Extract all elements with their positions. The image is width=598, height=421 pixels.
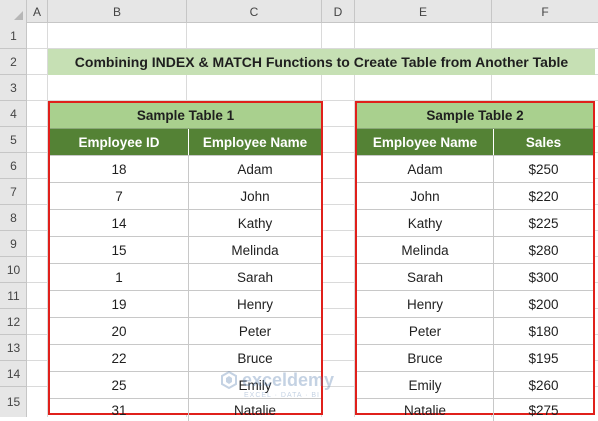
table-cell[interactable]: $275 <box>494 399 593 421</box>
table-row: Henry $200 <box>357 290 593 317</box>
table-cell[interactable]: Kathy <box>357 210 494 236</box>
watermark-name: exceldemy <box>242 370 335 390</box>
table-cell[interactable]: Peter <box>189 318 321 344</box>
table-2-header-row: Employee Name Sales <box>357 129 593 155</box>
table-cell[interactable]: Henry <box>357 291 494 317</box>
table-row: 7 John <box>50 182 321 209</box>
watermark-tagline: EXCEL · DATA · BI <box>244 392 320 399</box>
table-row: Bruce $195 <box>357 344 593 371</box>
table-row: 1 Sarah <box>50 263 321 290</box>
column-header-f[interactable]: F <box>492 0 598 23</box>
exceldemy-logo-icon <box>221 371 237 389</box>
table-cell[interactable]: 7 <box>50 183 189 209</box>
table-2-header-employee-name[interactable]: Employee Name <box>357 129 494 155</box>
table-cell[interactable]: $220 <box>494 183 593 209</box>
table-cell[interactable]: $260 <box>494 372 593 398</box>
table-1-header-employee-name[interactable]: Employee Name <box>189 129 321 155</box>
column-header-b[interactable]: B <box>48 0 187 23</box>
table-cell[interactable]: 14 <box>50 210 189 236</box>
table-row: Melinda $280 <box>357 236 593 263</box>
table-cell[interactable]: Adam <box>357 156 494 182</box>
select-all-corner[interactable] <box>0 0 27 23</box>
table-row: Sarah $300 <box>357 263 593 290</box>
table-row: John $220 <box>357 182 593 209</box>
column-header-e[interactable]: E <box>355 0 492 23</box>
row-header-7[interactable]: 7 <box>0 179 27 205</box>
table-row: Kathy $225 <box>357 209 593 236</box>
row-header-10[interactable]: 10 <box>0 257 27 283</box>
table-cell[interactable]: $195 <box>494 345 593 371</box>
table-row: Natalie $275 <box>357 398 593 421</box>
table-cell[interactable]: 19 <box>50 291 189 317</box>
table-cell[interactable]: $225 <box>494 210 593 236</box>
table-cell[interactable]: Sarah <box>357 264 494 290</box>
table-cell[interactable]: Kathy <box>189 210 321 236</box>
table-row: 22 Bruce <box>50 344 321 371</box>
table-cell[interactable]: $250 <box>494 156 593 182</box>
table-1-header-row: Employee ID Employee Name <box>50 129 321 155</box>
table-cell[interactable]: $280 <box>494 237 593 263</box>
table-cell[interactable]: Sarah <box>189 264 321 290</box>
table-cell[interactable]: Adam <box>189 156 321 182</box>
column-header-d[interactable]: D <box>322 0 355 23</box>
row-header-2[interactable]: 2 <box>0 49 27 75</box>
row-header-12[interactable]: 12 <box>0 309 27 335</box>
row-header-14[interactable]: 14 <box>0 361 27 387</box>
table-cell[interactable]: Melinda <box>357 237 494 263</box>
row-header-5[interactable]: 5 <box>0 127 27 153</box>
table-cell[interactable]: $300 <box>494 264 593 290</box>
table-cell[interactable]: Peter <box>357 318 494 344</box>
row-header-1[interactable]: 1 <box>0 23 27 49</box>
sheet-title-cell[interactable]: Combining INDEX & MATCH Functions to Cre… <box>48 49 595 75</box>
table-cell[interactable]: John <box>189 183 321 209</box>
row-header-9[interactable]: 9 <box>0 231 27 257</box>
row-header-4[interactable]: 4 <box>0 101 27 127</box>
table-1-title[interactable]: Sample Table 1 <box>50 103 321 129</box>
table-cell[interactable]: 25 <box>50 372 189 398</box>
table-cell[interactable]: John <box>357 183 494 209</box>
table-2-header-sales[interactable]: Sales <box>494 129 593 155</box>
table-cell[interactable]: Henry <box>189 291 321 317</box>
table-cell[interactable]: 18 <box>50 156 189 182</box>
table-row: 15 Melinda <box>50 236 321 263</box>
table-cell[interactable]: 1 <box>50 264 189 290</box>
table-cell[interactable]: 20 <box>50 318 189 344</box>
table-cell[interactable]: 22 <box>50 345 189 371</box>
table-cell[interactable]: $200 <box>494 291 593 317</box>
table-row: Emily $260 <box>357 371 593 398</box>
select-all-triangle-icon <box>14 11 23 20</box>
table-row: 20 Peter <box>50 317 321 344</box>
row-header-6[interactable]: 6 <box>0 153 27 179</box>
table-row: 19 Henry <box>50 290 321 317</box>
sample-table-2: Sample Table 2 Employee Name Sales Adam $… <box>355 101 595 421</box>
table-row: 18 Adam <box>50 155 321 182</box>
table-cell[interactable]: Melinda <box>189 237 321 263</box>
table-cell[interactable]: $180 <box>494 318 593 344</box>
row-header-8[interactable]: 8 <box>0 205 27 231</box>
column-header-c[interactable]: C <box>187 0 322 23</box>
row-header-13[interactable]: 13 <box>0 335 27 361</box>
column-header-a[interactable]: A <box>27 0 48 23</box>
table-row: Peter $180 <box>357 317 593 344</box>
row-header-11[interactable]: 11 <box>0 283 27 309</box>
table-1-header-employee-id[interactable]: Employee ID <box>50 129 189 155</box>
table-cell[interactable]: 15 <box>50 237 189 263</box>
watermark: exceldemy EXCEL · DATA · BI <box>220 368 380 408</box>
table-row: 14 Kathy <box>50 209 321 236</box>
row-header-15[interactable]: 15 <box>0 387 27 417</box>
table-row: Adam $250 <box>357 155 593 182</box>
row-header-3[interactable]: 3 <box>0 75 27 101</box>
table-cell[interactable]: 31 <box>50 399 189 421</box>
table-2-title[interactable]: Sample Table 2 <box>357 103 593 129</box>
